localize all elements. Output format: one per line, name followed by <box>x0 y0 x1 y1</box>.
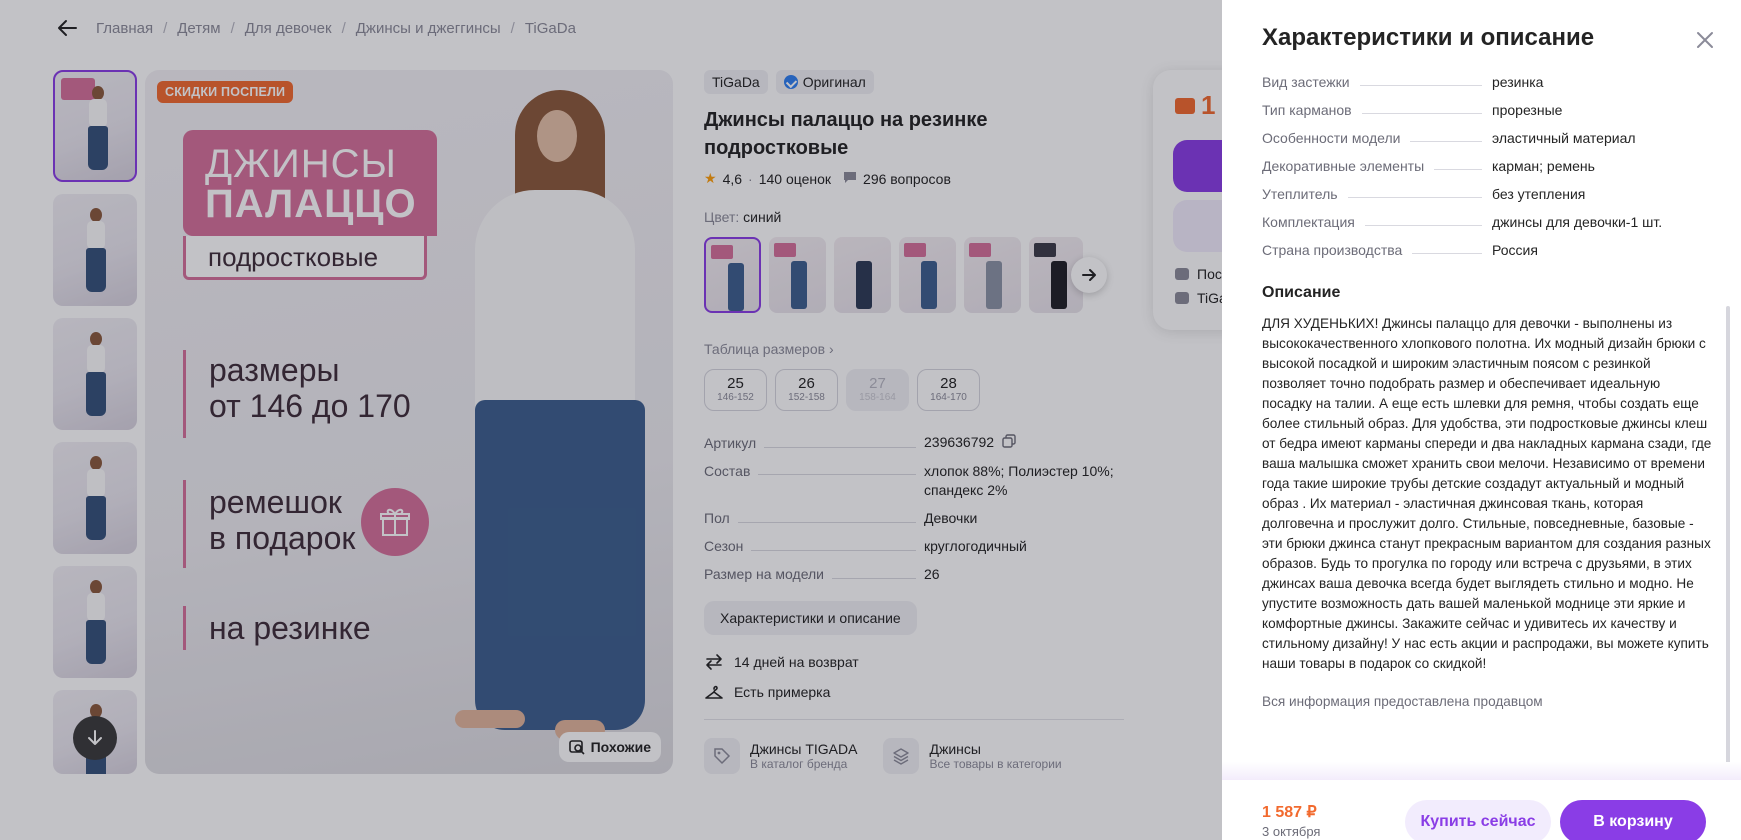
description-text: ДЛЯ ХУДЕНЬКИХ! Джинсы палаццо для девочк… <box>1262 316 1712 671</box>
scrollbar[interactable] <box>1726 306 1730 776</box>
spec-key: Страна производства <box>1262 242 1403 258</box>
delivery-date: 3 октября <box>1262 824 1321 839</box>
spec-value: резинка <box>1492 74 1544 90</box>
spec-key: Декоративные элементы <box>1262 158 1425 174</box>
spec-value: прорезные <box>1492 102 1563 118</box>
footer-price: 1 587 ₽ <box>1262 804 1317 821</box>
spec-row: Утеплитель без утепления <box>1262 180 1712 208</box>
content-fade <box>1222 762 1741 780</box>
spec-row: Страна производства Россия <box>1262 236 1712 264</box>
spec-value: без утепления <box>1492 186 1586 202</box>
spec-key: Особенности модели <box>1262 130 1401 146</box>
spec-row: Тип карманов прорезные <box>1262 96 1712 124</box>
spec-key: Вид застежки <box>1262 74 1350 90</box>
drawer-title: Характеристики и описание <box>1262 24 1595 51</box>
spec-row: Декоративные элементы карман; ремень <box>1262 152 1712 180</box>
specs-drawer: Характеристики и описание Вид застежки ре… <box>1222 0 1741 840</box>
spec-value: джинсы для девочки-1 шт. <box>1492 214 1663 230</box>
description-heading: Описание <box>1262 284 1341 301</box>
spec-row: Особенности модели эластичный материал <box>1262 124 1712 152</box>
seller-note: Вся информация предоставлена продавцом <box>1262 694 1543 709</box>
buy-now-button[interactable]: Купить сейчас <box>1405 800 1551 840</box>
close-icon[interactable] <box>1693 28 1717 52</box>
spec-key: Тип карманов <box>1262 102 1352 118</box>
spec-value: карман; ремень <box>1492 158 1595 174</box>
drawer-content[interactable]: Вид застежки резинка Тип карманов прорезны… <box>1262 68 1712 768</box>
add-to-cart-button[interactable]: В корзину <box>1560 800 1706 840</box>
spec-key: Комплектация <box>1262 214 1355 230</box>
spec-row: Вид застежки резинка <box>1262 68 1712 96</box>
spec-key: Утеплитель <box>1262 186 1338 202</box>
spec-value: Россия <box>1492 242 1538 258</box>
spec-value: эластичный материал <box>1492 130 1636 146</box>
spec-row: Комплектация джинсы для девочки-1 шт. <box>1262 208 1712 236</box>
drawer-footer: 1 587 ₽ 3 октября Купить сейчас В корзин… <box>1222 780 1741 840</box>
